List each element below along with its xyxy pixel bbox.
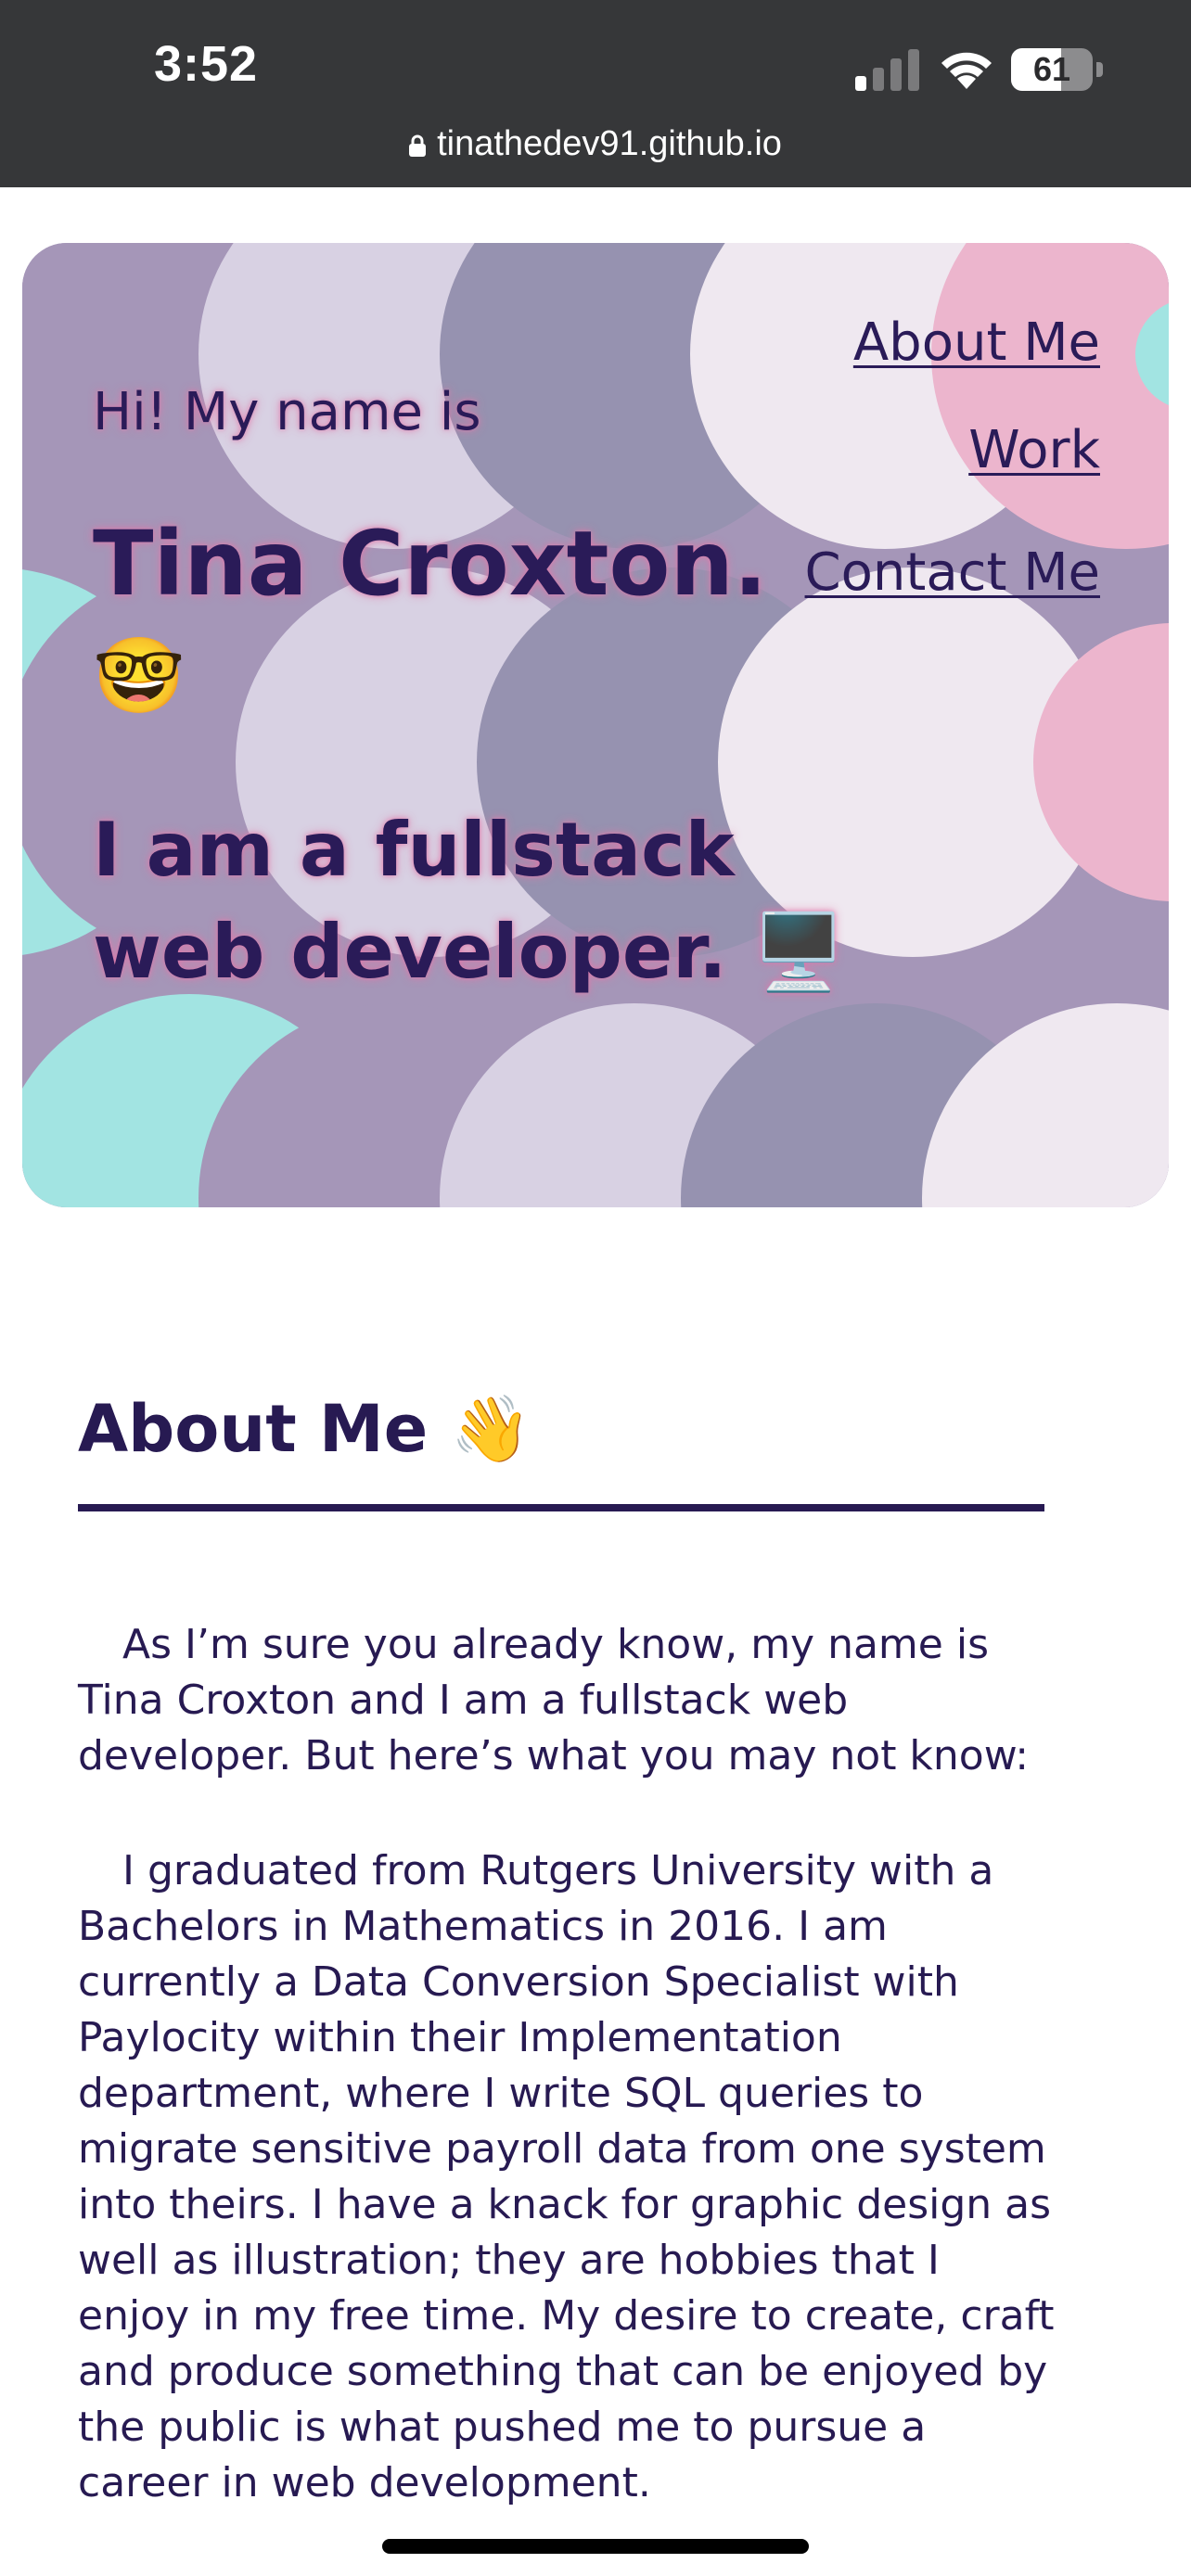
main-nav: About Me Work Contact Me [805,297,1100,634]
nerd-face-icon: 🤓 [93,632,186,719]
about-paragraph-1: As I’m sure you already know, my name is… [78,1621,1030,1779]
about-heading: About Me 👋 [78,1391,531,1467]
lock-icon [409,134,427,157]
url-text: tinathedev91.github.io [437,124,782,163]
cellular-signal-icon [855,49,919,91]
wifi-icon [941,52,992,89]
about-paragraph-2: I graduated from Rutgers University with… [78,1847,1055,2506]
about-divider [78,1504,1044,1511]
hero-greeting: Hi! My name is [93,382,481,442]
hero-banner: Hi! My name is Tina Croxton. 🤓 I am a fu… [22,243,1169,1207]
battery-level: 61 [1032,50,1071,88]
hero-name: Tina Croxton. [93,512,768,616]
home-indicator[interactable] [382,2539,809,2554]
status-bar: 3:52 61 tinathedev91.github.io [0,0,1191,187]
nav-about-me-link[interactable]: About Me [805,297,1100,389]
battery-icon: 61 [1011,48,1104,91]
hero-tagline: I am a fullstack web developer. 🖥️ [93,807,846,995]
nav-contact-me-link[interactable]: Contact Me [805,512,1100,634]
nav-work-link[interactable]: Work [805,389,1100,512]
status-time: 3:52 [154,36,259,92]
address-bar[interactable]: tinathedev91.github.io [0,124,1191,164]
